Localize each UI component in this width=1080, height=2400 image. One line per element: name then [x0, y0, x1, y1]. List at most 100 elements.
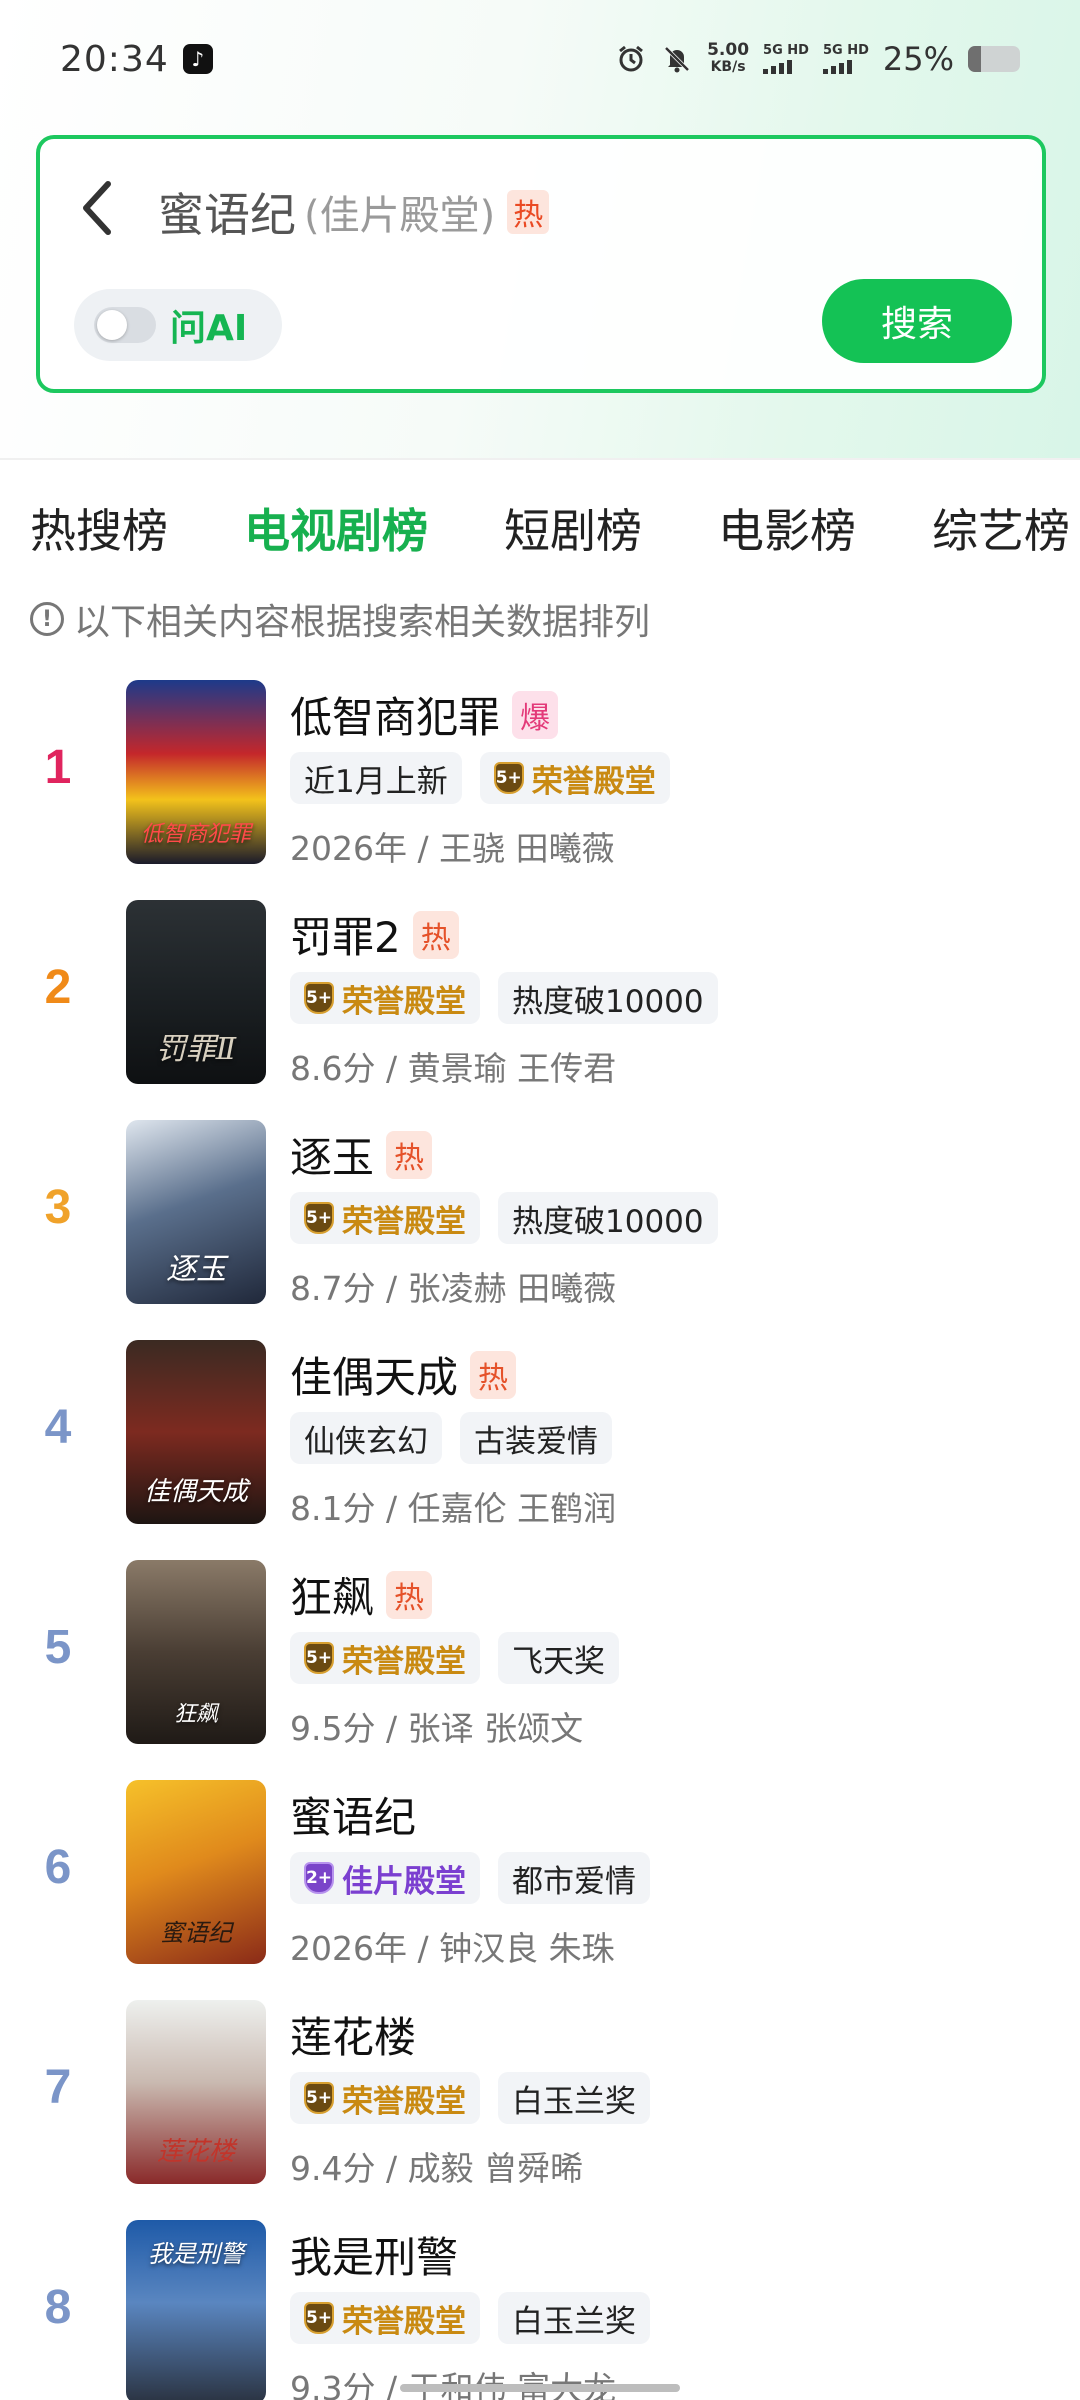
poster-image[interactable]: 逐玉 [126, 1120, 266, 1304]
poster-title: 罚罪Ⅱ [155, 1032, 237, 1067]
tag-jiapian-hall: 2+ 佳片殿堂 [290, 1852, 480, 1904]
tag-honor-hall: 5+ 荣誉殿堂 [479, 752, 670, 804]
drama-title[interactable]: 低智商犯罪 [290, 684, 500, 745]
tag-genre: 都市爱情 [498, 1852, 650, 1904]
battery-percent: 25% [882, 40, 954, 78]
drama-meta: 9.3分 / 于和伟 富大龙 [290, 2369, 616, 2400]
shield-icon: 2+ [304, 1862, 334, 1894]
drama-meta: 9.4分 / 成毅 曾舜晞 [290, 2149, 584, 2188]
title-line: 罚罪2 热 [290, 904, 459, 965]
list-item[interactable]: 4 佳偶天成 佳偶天成 热 仙侠玄幻 古装爱情 8.1分 / 任嘉伦 王鹤润 [0, 1336, 1080, 1556]
list-item[interactable]: 7 莲花楼 莲花楼 5+ 荣誉殿堂 白玉兰奖 9.4分 / 成毅 曾舜晞 [0, 1996, 1080, 2216]
poster-title: 狂飙 [173, 1702, 218, 1727]
list-item[interactable]: 2 罚罪Ⅱ 罚罪2 热 5+ 荣誉殿堂 热度破10000 8.6分 / 黄景瑜 王… [0, 896, 1080, 1116]
toggle-switch[interactable] [94, 307, 156, 343]
drama-title[interactable]: 蜜语纪 [290, 1784, 416, 1845]
tab-short-drama[interactable]: 短剧榜 [504, 495, 642, 561]
list-item[interactable]: 6 蜜语纪 蜜语纪 2+ 佳片殿堂 都市爱情 2026年 / 钟汉良 朱珠 [0, 1776, 1080, 1996]
shield-icon: 5+ [304, 1642, 334, 1674]
shield-icon: 5+ [304, 1202, 334, 1234]
tag-genre: 仙侠玄幻 [290, 1412, 442, 1464]
title-line: 莲花楼 [290, 2004, 416, 2065]
shield-icon: 5+ [493, 762, 524, 794]
tab-movie[interactable]: 电影榜 [718, 495, 856, 561]
rank-number: 3 [44, 1181, 72, 1234]
drama-title[interactable]: 佳偶天成 [290, 1344, 458, 1405]
drama-title[interactable]: 罚罪2 [290, 904, 401, 965]
rank-number: 7 [44, 2061, 72, 2114]
tag-award: 白玉兰奖 [498, 2292, 650, 2344]
list-item[interactable]: 5 狂飙 狂飙 热 5+ 荣誉殿堂 飞天奖 9.5分 / 张译 张颂文 [0, 1556, 1080, 1776]
tag-list: 仙侠玄幻 古装爱情 [290, 1412, 612, 1464]
drama-meta: 8.1分 / 任嘉伦 王鹤润 [290, 1489, 617, 1528]
tab-tv-drama[interactable]: 电视剧榜 [244, 495, 428, 561]
poster-image[interactable]: 佳偶天成 [126, 1340, 266, 1524]
sim1-label: 5G HD [763, 43, 809, 58]
alarm-icon [615, 43, 647, 75]
title-line: 佳偶天成 热 [290, 1344, 517, 1405]
tag-list: 2+ 佳片殿堂 都市爱情 [290, 1852, 650, 1904]
search-button[interactable]: 搜索 [822, 279, 1012, 363]
search-box[interactable]: 蜜语纪 (佳片殿堂) 热 问AI 搜索 [36, 135, 1046, 393]
tag-honor-hall: 5+ 荣誉殿堂 [290, 2072, 480, 2124]
list-item[interactable]: 3 逐玉 逐玉 热 5+ 荣誉殿堂 热度破10000 8.7分 / 张凌赫 田曦薇 [0, 1116, 1080, 1336]
title-line: 逐玉 热 [290, 1124, 433, 1185]
rank-number: 4 [44, 1401, 72, 1454]
tag-list: 5+ 荣誉殿堂 白玉兰奖 [290, 2072, 650, 2124]
home-indicator[interactable] [400, 2384, 680, 2392]
poster-image[interactable]: 低智商犯罪 [126, 680, 266, 864]
ask-ai-toggle[interactable]: 问AI [74, 289, 282, 361]
drama-title[interactable]: 莲花楼 [290, 2004, 416, 2065]
tag-heat: 热度破10000 [498, 972, 718, 1024]
hot-badge: 热 [412, 910, 459, 959]
tag-new: 近1月上新 [290, 752, 462, 804]
status-bar: 20:34 ♪ 5.00 KB/s 5G HD 5G HD 25% [0, 0, 1080, 118]
tag-label: 白玉兰奖 [512, 2303, 636, 2340]
tag-award: 飞天奖 [498, 1632, 619, 1684]
status-icons: 5.00 KB/s 5G HD 5G HD 25% [615, 40, 1020, 78]
poster-image[interactable]: 莲花楼 [126, 2000, 266, 2184]
drama-meta: 9.5分 / 张译 张颂文 [290, 1709, 584, 1748]
tag-honor-hall: 5+ 荣誉殿堂 [290, 2292, 480, 2344]
shield-icon: 5+ [304, 2302, 334, 2334]
tag-label: 白玉兰奖 [512, 2083, 636, 2120]
tab-hot-search[interactable]: 热搜榜 [30, 495, 168, 561]
poster-image[interactable]: 蜜语纪 [126, 1780, 266, 1964]
poster-image[interactable]: 罚罪Ⅱ [126, 900, 266, 1084]
list-item[interactable]: 8 我是刑警 我是刑警 5+荣誉殿堂 白玉兰奖 9.3分 / 于和伟 富大龙 [0, 2216, 1080, 2400]
search-query-text: 蜜语纪 [158, 188, 296, 242]
poster-title: 蜜语纪 [160, 1919, 232, 1947]
tag-label: 热度破10000 [512, 1203, 704, 1240]
info-icon: ! [30, 602, 64, 636]
sim2-signal: 5G HD [822, 44, 869, 74]
back-arrow-icon[interactable] [72, 173, 122, 243]
tag-label: 近1月上新 [304, 763, 448, 800]
mute-bell-icon [661, 43, 693, 75]
boom-badge: 爆 [512, 690, 559, 739]
drama-title[interactable]: 我是刑警 [290, 2224, 458, 2285]
tag-list: 5+ 荣誉殿堂 热度破10000 [290, 1192, 718, 1244]
divider [0, 458, 1080, 460]
title-line: 蜜语纪 [290, 1784, 416, 1845]
tag-label: 飞天奖 [512, 1643, 605, 1680]
tag-label: 荣誉殿堂 [342, 1643, 466, 1680]
tag-label: 仙侠玄幻 [304, 1423, 428, 1460]
tab-variety[interactable]: 综艺榜 [932, 495, 1070, 561]
tag-label: 荣誉殿堂 [342, 2303, 466, 2340]
poster-title: 我是刑警 [148, 2240, 244, 2268]
tag-label: 热度破10000 [512, 983, 704, 1020]
search-query-subtitle: (佳片殿堂) [304, 193, 496, 239]
ranking-list: 1 低智商犯罪 低智商犯罪 爆 近1月上新 5+ 荣誉殿堂 2026年 / 王骁 … [0, 676, 1080, 2400]
poster-title: 莲花楼 [156, 2137, 235, 2167]
search-query[interactable]: 蜜语纪 (佳片殿堂) 热 [158, 179, 550, 245]
network-speed: 5.00 KB/s [707, 42, 749, 76]
list-item[interactable]: 1 低智商犯罪 低智商犯罪 爆 近1月上新 5+ 荣誉殿堂 2026年 / 王骁 … [0, 676, 1080, 896]
poster-image[interactable]: 我是刑警 [126, 2220, 266, 2400]
title-line: 狂飙 热 [290, 1564, 433, 1625]
network-speed-unit: KB/s [710, 59, 746, 75]
battery-icon [968, 46, 1020, 72]
network-speed-value: 5.00 [707, 40, 750, 60]
drama-title[interactable]: 狂飙 [290, 1564, 374, 1625]
poster-image[interactable]: 狂飙 [126, 1560, 266, 1744]
drama-title[interactable]: 逐玉 [290, 1124, 374, 1185]
